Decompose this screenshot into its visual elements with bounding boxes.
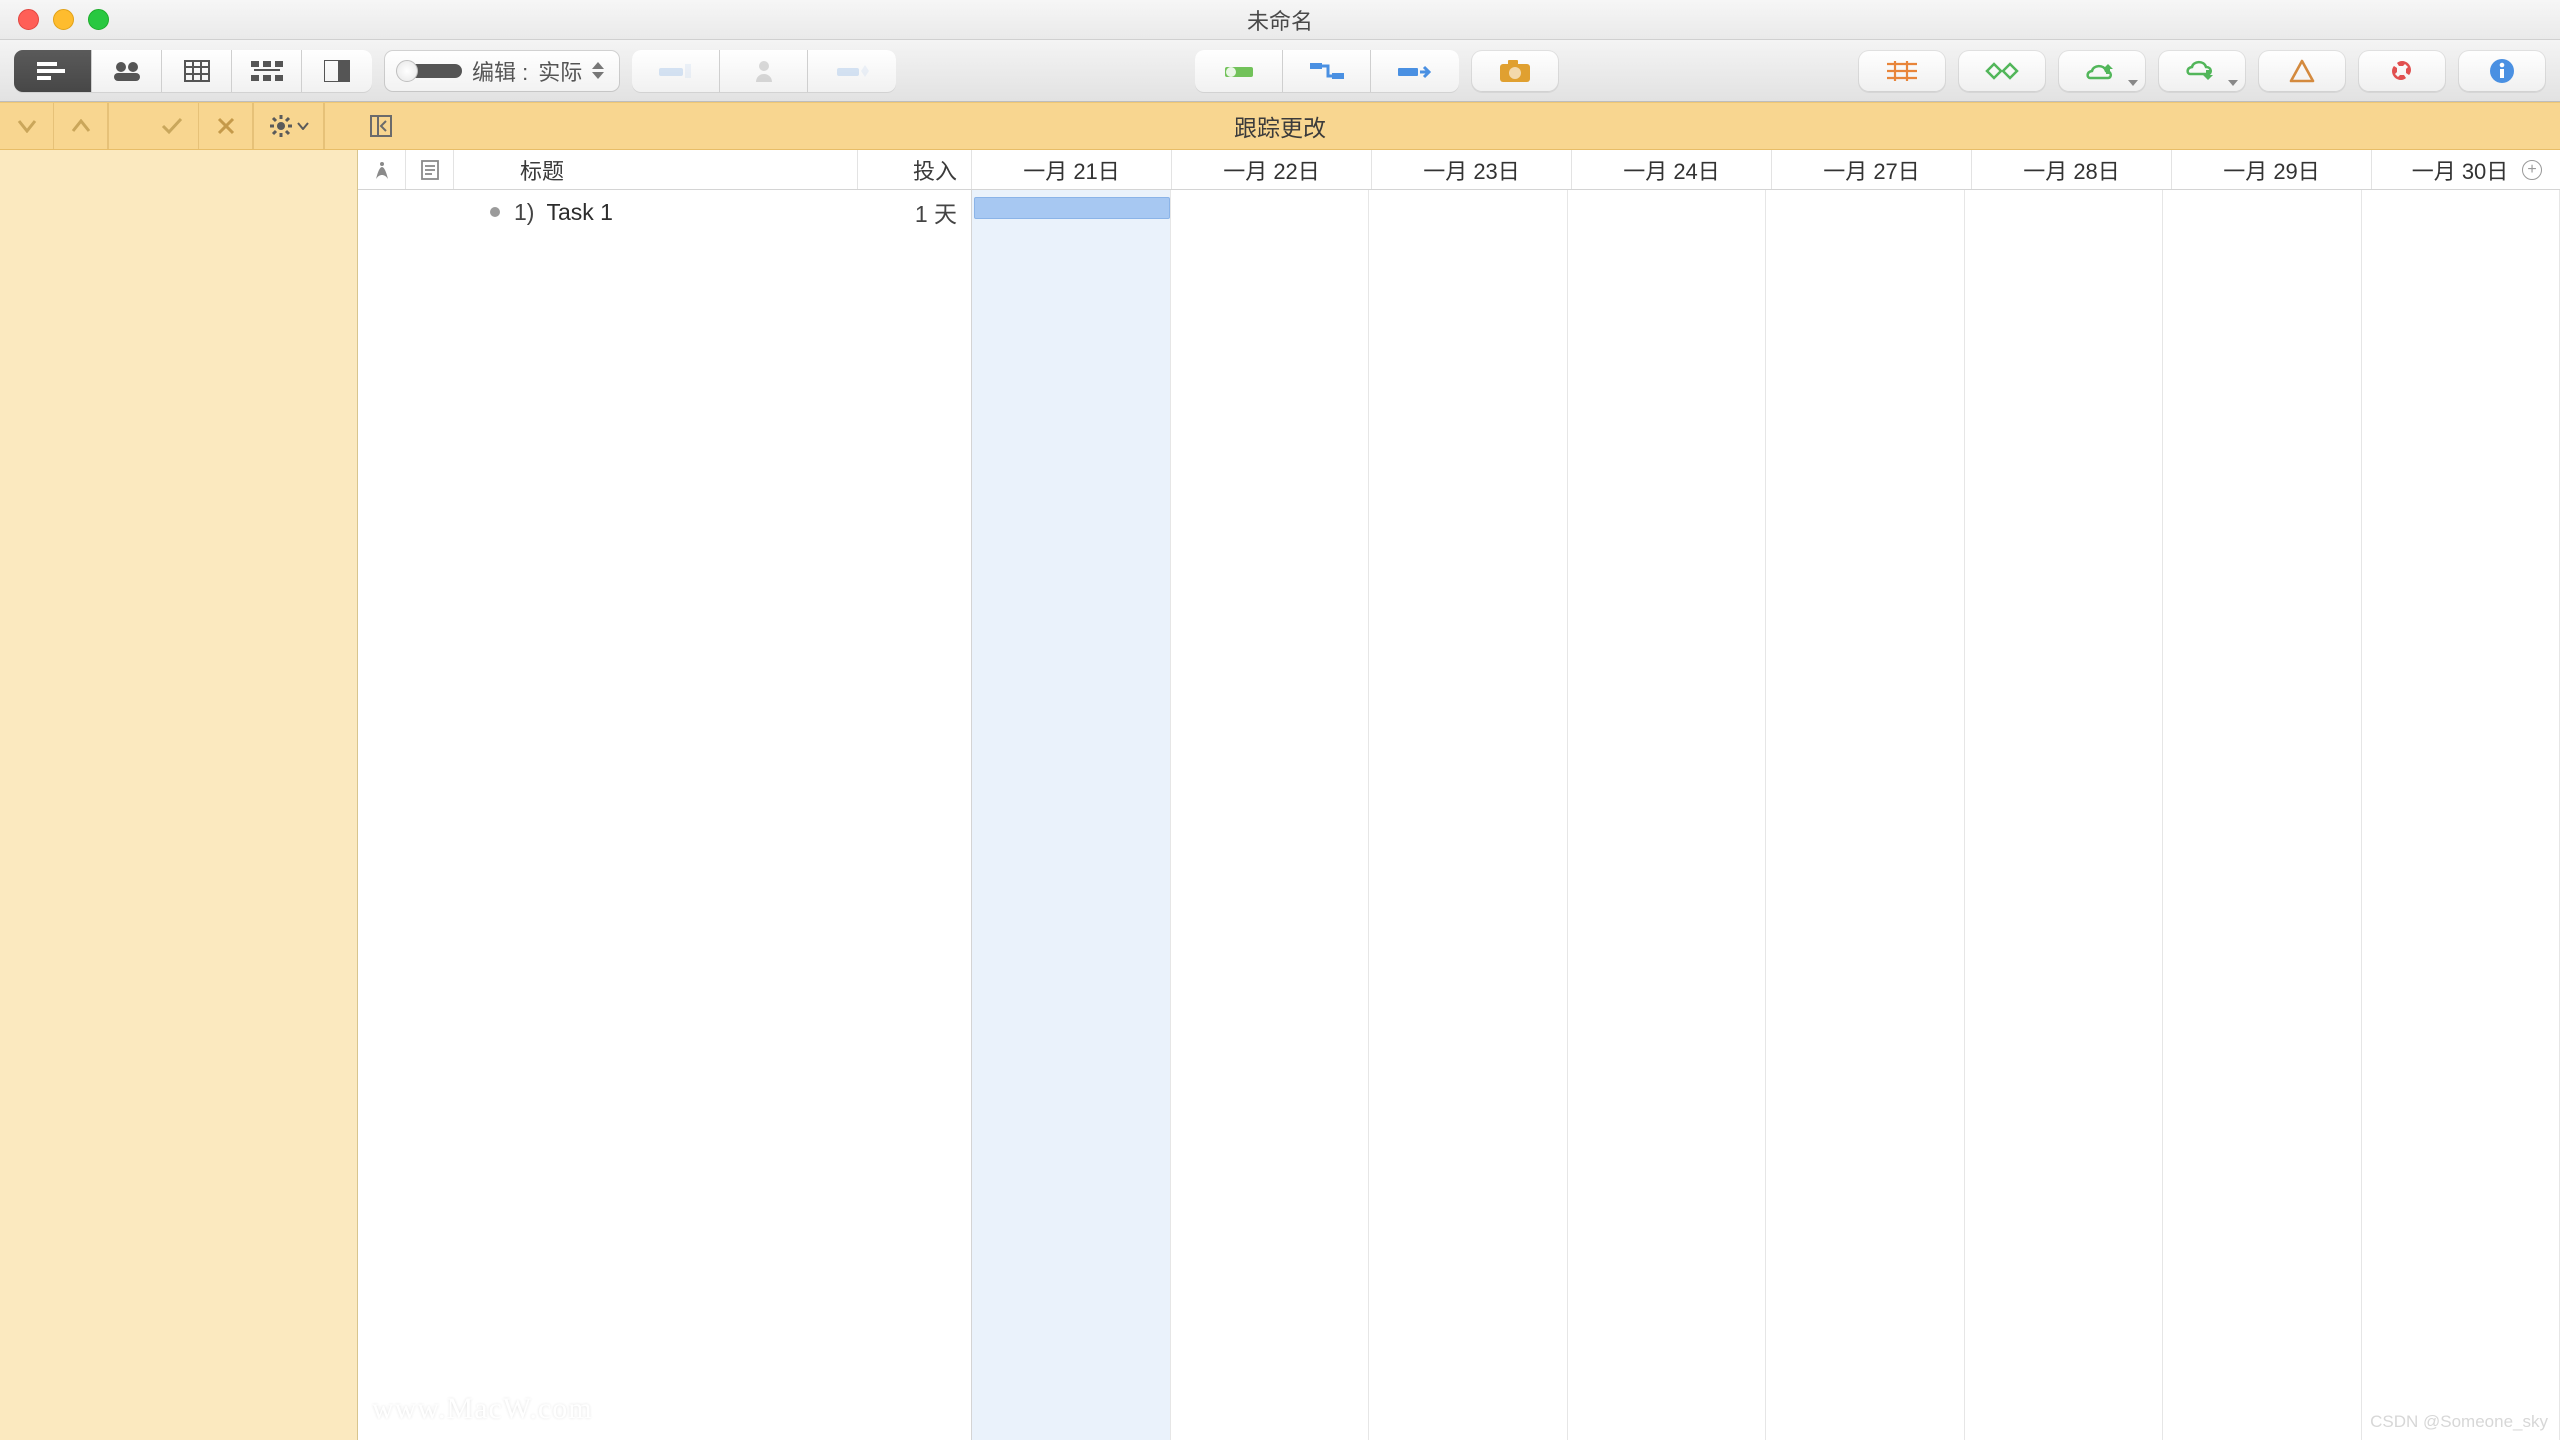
- assign-resource-button[interactable]: [720, 50, 808, 92]
- title-column-header[interactable]: 标题: [454, 150, 858, 189]
- date-header-4[interactable]: 一月 27日: [1772, 150, 1972, 189]
- timeline-col-4: [1766, 190, 1965, 1440]
- split-view-button[interactable]: [302, 50, 372, 92]
- close-window-button[interactable]: [18, 9, 39, 30]
- change-nav-group: [0, 103, 108, 149]
- main-area: 标题 投入 一月 21日 一月 22日 一月 23日 一月 24日 一月 27日…: [0, 150, 2560, 1440]
- calendar-view-button[interactable]: [162, 50, 232, 92]
- task-actions-segment: [632, 50, 896, 92]
- timeline-col-7: [2362, 190, 2560, 1440]
- toggle-track[interactable]: [398, 64, 462, 78]
- flag-column-header[interactable]: [358, 150, 406, 189]
- note-column-header[interactable]: [406, 150, 454, 189]
- edit-mode-selector[interactable]: 编辑 : 实际: [384, 50, 620, 92]
- publish-button[interactable]: [2058, 50, 2146, 92]
- reschedule-button[interactable]: [1371, 50, 1459, 92]
- add-task-button[interactable]: [632, 50, 720, 92]
- timeline-col-0: [972, 190, 1171, 1440]
- stop-button[interactable]: [2358, 50, 2446, 92]
- body-panes: 1) Task 1 1 天 www.MacW.com: [358, 190, 2560, 1440]
- view-mode-segment: [14, 50, 372, 92]
- task-bullet-icon: [490, 207, 500, 217]
- effort-column-header[interactable]: 投入: [858, 150, 972, 189]
- date-header-1[interactable]: 一月 22日: [1172, 150, 1372, 189]
- next-change-button[interactable]: [0, 103, 54, 149]
- timeline-col-2: [1369, 190, 1568, 1440]
- level-button[interactable]: [1195, 50, 1283, 92]
- critical-path-button[interactable]: [1958, 50, 2046, 92]
- edit-mode-label: 实际: [538, 55, 582, 87]
- window-controls: [18, 9, 109, 30]
- outline-header: 标题 投入: [358, 150, 972, 190]
- network-view-button[interactable]: [232, 50, 302, 92]
- timeline-col-6: [2163, 190, 2362, 1440]
- task-title[interactable]: Task 1: [546, 199, 857, 226]
- add-milestone-button[interactable]: [808, 50, 896, 92]
- timeline-grid: [972, 190, 2560, 1440]
- reject-change-button[interactable]: [199, 103, 253, 149]
- timeline-col-5: [1965, 190, 2164, 1440]
- sidebar: [0, 150, 358, 1440]
- task-row[interactable]: 1) Task 1 1 天: [358, 190, 971, 234]
- edit-prefix-label: 编辑 :: [472, 55, 528, 87]
- main-toolbar: 编辑 : 实际: [0, 40, 2560, 102]
- warnings-button[interactable]: [2258, 50, 2346, 92]
- task-effort[interactable]: 1 天: [857, 195, 971, 229]
- watermark-credit: CSDN @Someone_sky: [2370, 1412, 2548, 1432]
- date-header-7-label: 一月 30日: [2412, 154, 2509, 186]
- right-toolbar-group: [1858, 50, 2546, 92]
- change-accept-group: [145, 103, 253, 149]
- change-tracking-label: 跟踪更改: [1234, 109, 1326, 143]
- baseline-button[interactable]: [1858, 50, 1946, 92]
- change-options-button[interactable]: [254, 103, 324, 149]
- minimize-window-button[interactable]: [53, 9, 74, 30]
- timeline-pane[interactable]: CSDN @Someone_sky: [972, 190, 2560, 1440]
- schedule-actions-segment: [1195, 50, 1459, 92]
- date-header-5[interactable]: 一月 28日: [1972, 150, 2172, 189]
- gantt-bar-task-1[interactable]: [974, 197, 1170, 219]
- date-header-7[interactable]: 一月 30日 +: [2372, 150, 2548, 189]
- inspector-button[interactable]: [2458, 50, 2546, 92]
- gantt-view-button[interactable]: [14, 50, 92, 92]
- change-tracking-bar: 跟踪更改: [0, 102, 2560, 150]
- task-index: 1): [514, 199, 534, 226]
- toggle-thumb[interactable]: [396, 60, 418, 82]
- date-header-2[interactable]: 一月 23日: [1372, 150, 1572, 189]
- accept-change-button[interactable]: [145, 103, 199, 149]
- timeline-col-3: [1568, 190, 1767, 1440]
- watermark-site: www.MacW.com: [372, 1392, 593, 1426]
- resources-view-button[interactable]: [92, 50, 162, 92]
- sync-button[interactable]: [2158, 50, 2246, 92]
- link-tasks-button[interactable]: [1283, 50, 1371, 92]
- timeline-header: 一月 21日 一月 22日 一月 23日 一月 24日 一月 27日 一月 28…: [972, 150, 2560, 190]
- snapshot-button[interactable]: [1471, 50, 1559, 92]
- prev-change-button[interactable]: [54, 103, 108, 149]
- outline-pane[interactable]: 1) Task 1 1 天 www.MacW.com: [358, 190, 972, 1440]
- window-title: 未命名: [1247, 4, 1313, 36]
- date-header-6[interactable]: 一月 29日: [2172, 150, 2372, 189]
- zoom-window-button[interactable]: [88, 9, 109, 30]
- add-column-button[interactable]: +: [2522, 160, 2542, 180]
- date-header-3[interactable]: 一月 24日: [1572, 150, 1772, 189]
- collapse-sidebar-button[interactable]: [370, 115, 392, 142]
- content-area: 标题 投入 一月 21日 一月 22日 一月 23日 一月 24日 一月 27日…: [358, 150, 2560, 1440]
- date-header-0[interactable]: 一月 21日: [972, 150, 1172, 189]
- timeline-col-1: [1171, 190, 1370, 1440]
- titlebar: 未命名: [0, 0, 2560, 40]
- edit-mode-stepper[interactable]: [592, 62, 610, 79]
